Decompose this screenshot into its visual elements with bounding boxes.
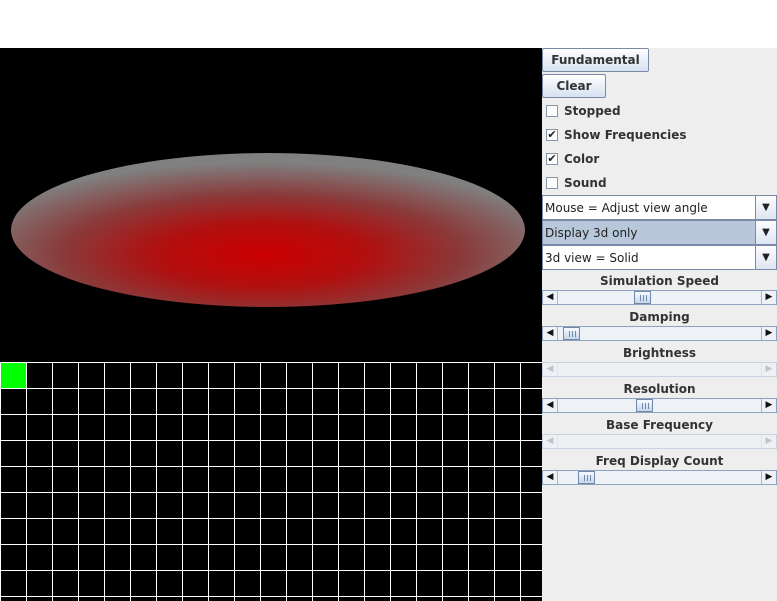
resolution-label: Resolution [623, 382, 696, 396]
show-frequencies-checkbox-box[interactable]: ✔ [546, 129, 558, 141]
scroll-right-icon[interactable]: ▶ [761, 471, 776, 484]
base-frequency-label: Base Frequency [606, 418, 713, 432]
display-mode-value: Display 3d only [545, 226, 638, 240]
sound-checkbox[interactable]: Sound [546, 174, 607, 192]
scroll-right-icon: ▶ [761, 435, 776, 448]
chevron-down-icon[interactable]: ▼ [755, 246, 776, 269]
scroll-left-icon: ◀ [543, 363, 558, 376]
freq-display-count-slider[interactable]: ◀ ▶ [542, 470, 777, 485]
brightness-label: Brightness [622, 346, 696, 360]
scroll-left-icon[interactable]: ◀ [543, 327, 558, 340]
scroll-right-icon[interactable]: ▶ [761, 291, 776, 304]
simulation-speed-thumb[interactable] [634, 291, 652, 304]
application-window: Fundamental Clear Stopped ✔ Show Frequen… [0, 48, 777, 601]
resolution-slider[interactable]: ◀ ▶ [542, 398, 777, 413]
view-style-value: 3d view = Solid [545, 251, 639, 265]
simulation-speed-slider[interactable]: ◀ ▶ [542, 290, 777, 305]
scroll-right-icon[interactable]: ▶ [761, 327, 776, 340]
damping-thumb[interactable] [562, 327, 580, 340]
scroll-left-icon[interactable]: ◀ [543, 291, 558, 304]
mouse-mode-value: Mouse = Adjust view angle [545, 201, 708, 215]
active-frequency-cell[interactable] [0, 362, 26, 388]
scroll-right-icon: ▶ [761, 363, 776, 376]
clear-button[interactable]: Clear [542, 74, 606, 98]
membrane-3d-view[interactable] [0, 48, 542, 362]
membrane-surface [11, 153, 525, 307]
freq-display-count-label: Freq Display Count [595, 454, 724, 468]
fundamental-button[interactable]: Fundamental [542, 48, 649, 72]
resolution-thumb[interactable] [635, 399, 653, 412]
base-frequency-slider[interactable]: ◀ ▶ [542, 434, 777, 449]
scroll-left-icon: ◀ [543, 435, 558, 448]
simulation-speed-label: Simulation Speed [600, 274, 719, 288]
chevron-down-icon[interactable]: ▼ [755, 221, 776, 244]
simulation-canvas[interactable] [0, 48, 542, 601]
show-frequencies-checkbox[interactable]: ✔ Show Frequencies [546, 126, 687, 144]
sound-checkbox-box[interactable] [546, 177, 558, 189]
frequency-grid[interactable] [0, 362, 542, 601]
color-checkbox[interactable]: ✔ Color [546, 150, 599, 168]
brightness-slider[interactable]: ◀ ▶ [542, 362, 777, 377]
show-frequencies-label: Show Frequencies [564, 128, 687, 142]
scroll-left-icon[interactable]: ◀ [543, 399, 558, 412]
mouse-mode-select[interactable]: Mouse = Adjust view angle ▼ [542, 195, 777, 220]
display-mode-select[interactable]: Display 3d only ▼ [542, 220, 777, 245]
stopped-checkbox-box[interactable] [546, 105, 558, 117]
color-label: Color [564, 152, 600, 166]
stopped-checkbox[interactable]: Stopped [546, 102, 621, 120]
freq-display-count-thumb[interactable] [577, 471, 595, 484]
view-style-select[interactable]: 3d view = Solid ▼ [542, 245, 777, 270]
damping-label: Damping [629, 310, 690, 324]
scroll-left-icon[interactable]: ◀ [543, 471, 558, 484]
sound-label: Sound [564, 176, 607, 190]
membrane-3d-svg [11, 153, 525, 307]
scroll-right-icon[interactable]: ▶ [761, 399, 776, 412]
frequency-grid-svg [0, 362, 542, 601]
color-checkbox-box[interactable]: ✔ [546, 153, 558, 165]
control-panel: Fundamental Clear Stopped ✔ Show Frequen… [542, 48, 777, 601]
damping-slider[interactable]: ◀ ▶ [542, 326, 777, 341]
stopped-label: Stopped [564, 104, 621, 118]
chevron-down-icon[interactable]: ▼ [755, 196, 776, 219]
